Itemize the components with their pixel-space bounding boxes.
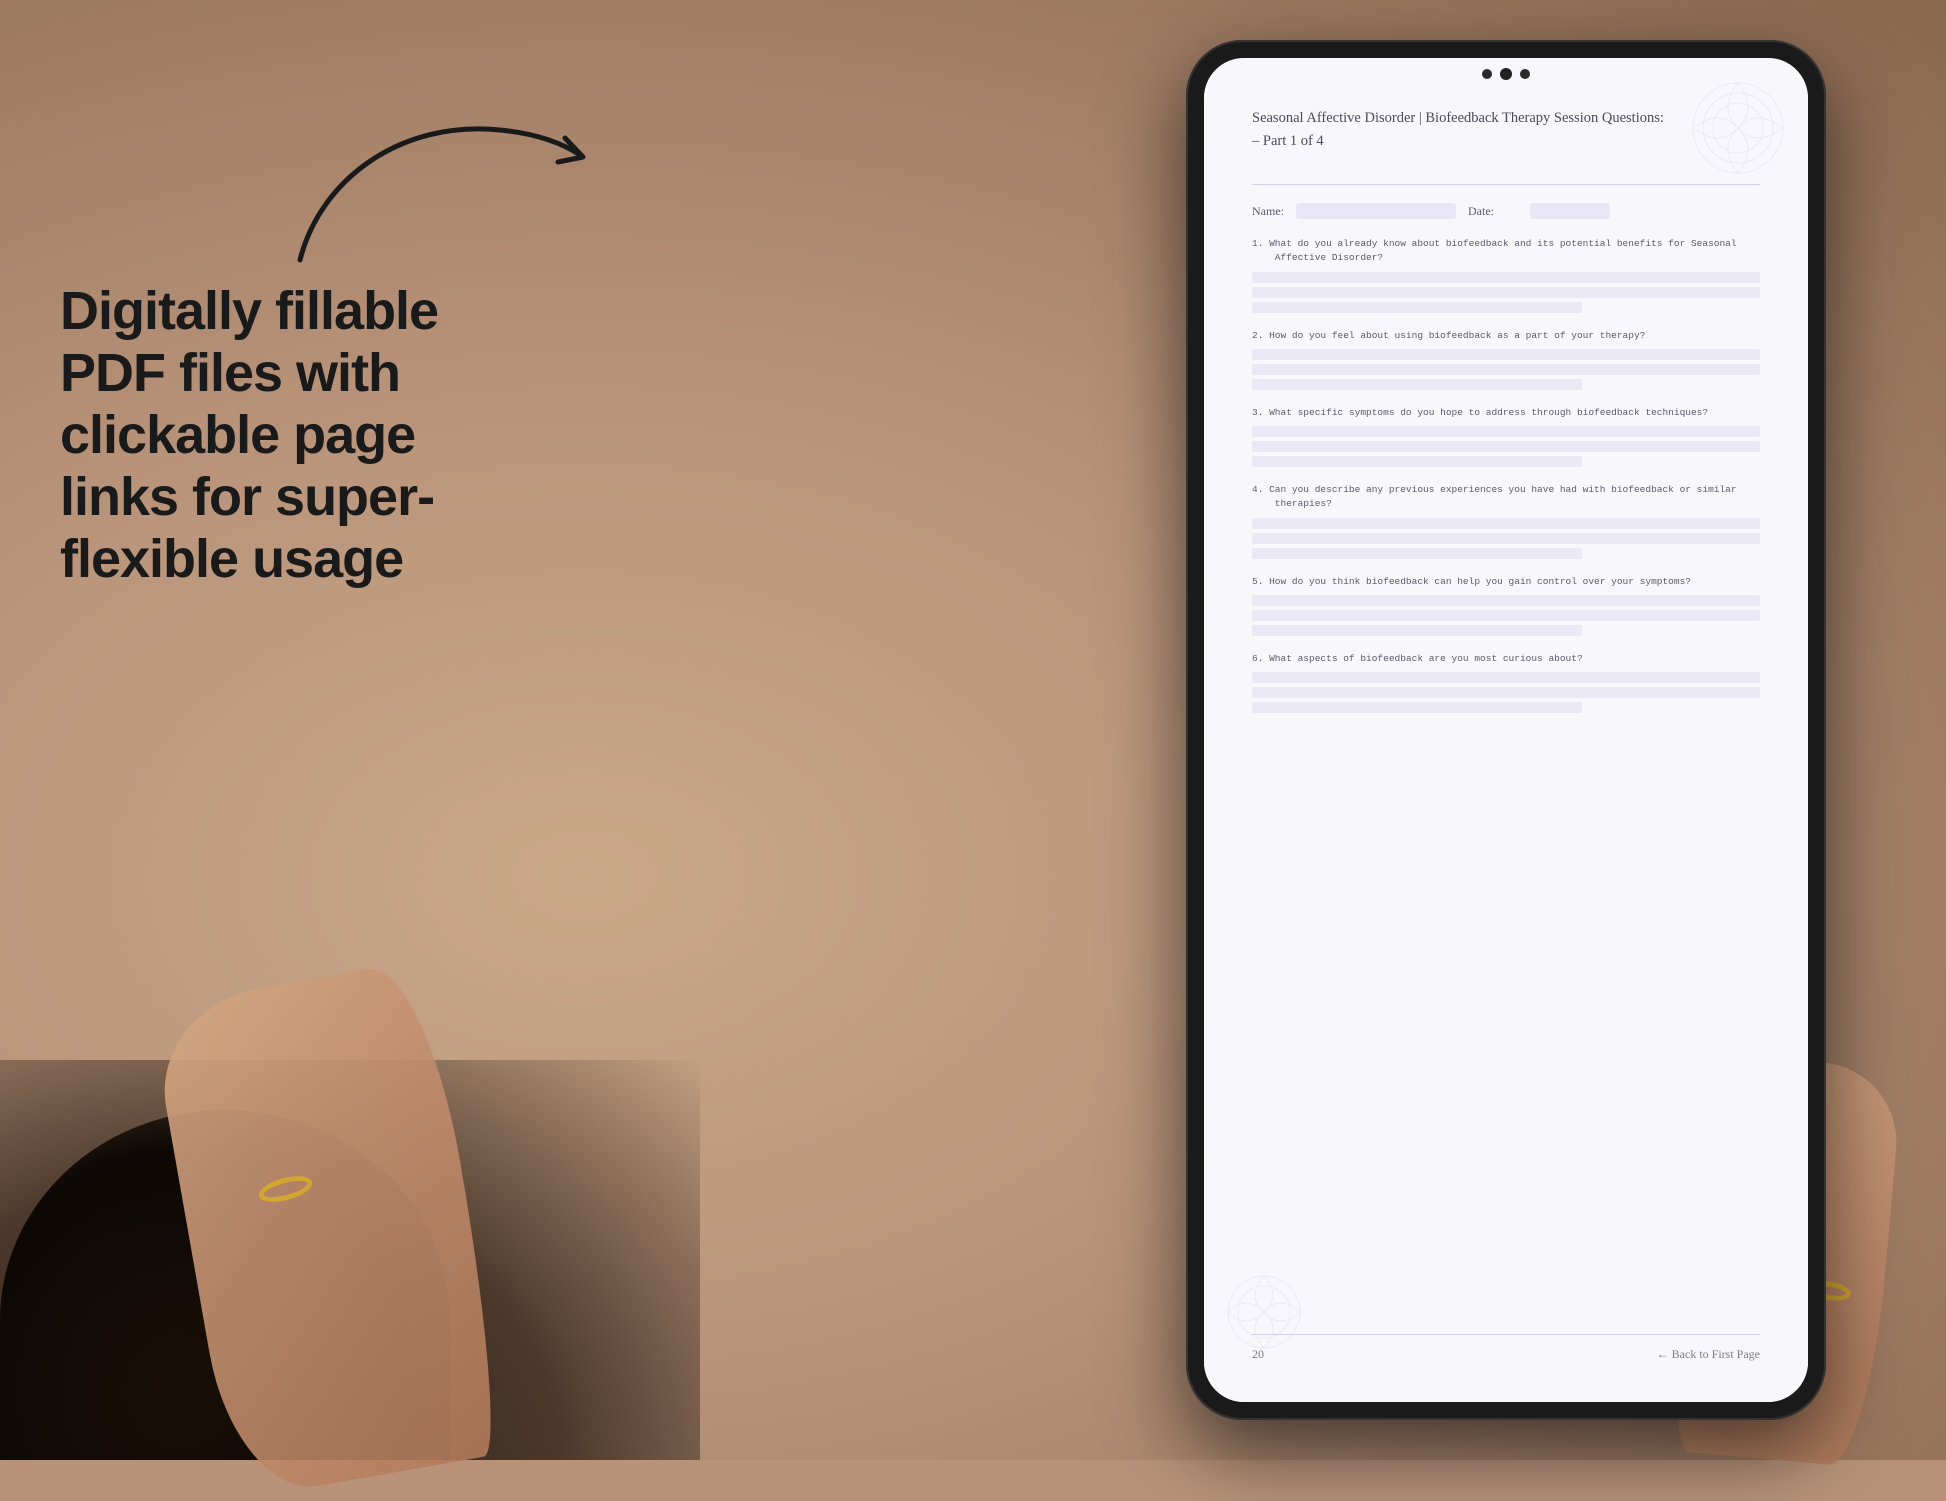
camera-dot-center: [1500, 68, 1512, 80]
answer-line[interactable]: [1252, 426, 1760, 437]
answer-line[interactable]: [1252, 518, 1760, 529]
question-6-text: 6. What aspects of biofeedback are you m…: [1252, 652, 1760, 666]
back-to-first-page-link[interactable]: ← Back to First Page: [1657, 1347, 1760, 1362]
question-6-answers: [1252, 672, 1760, 713]
watermark-bottom: [1224, 1272, 1304, 1352]
arrow-decoration: [280, 100, 600, 280]
question-5-text: 5. How do you think biofeedback can help…: [1252, 575, 1760, 589]
question-5: 5. How do you think biofeedback can help…: [1252, 575, 1760, 636]
title-divider: [1252, 184, 1760, 185]
question-3-answers: [1252, 426, 1760, 467]
name-label: Name:: [1252, 204, 1284, 219]
question-2-answers: [1252, 349, 1760, 390]
answer-line[interactable]: [1252, 595, 1760, 606]
pdf-title-line2: – Part 1 of 4: [1252, 131, 1760, 152]
question-2: 2. How do you feel about using biofeedba…: [1252, 329, 1760, 390]
camera-dot-right: [1520, 69, 1530, 79]
questions-list: 1. What do you already know about biofee…: [1252, 237, 1760, 1334]
answer-line[interactable]: [1252, 533, 1760, 544]
answer-line[interactable]: [1252, 687, 1760, 698]
answer-line[interactable]: [1252, 702, 1582, 713]
question-1-text: 1. What do you already know about biofee…: [1252, 237, 1760, 266]
answer-line[interactable]: [1252, 379, 1582, 390]
question-4-answers: [1252, 518, 1760, 559]
pdf-page: Seasonal Affective Disorder | Biofeedbac…: [1204, 58, 1808, 1402]
answer-line[interactable]: [1252, 272, 1760, 283]
answer-line[interactable]: [1252, 349, 1760, 360]
left-promo-text: Digitally fillable PDF files with clicka…: [60, 280, 540, 590]
tablet-screen: Seasonal Affective Disorder | Biofeedbac…: [1204, 58, 1808, 1402]
question-4: 4. Can you describe any previous experie…: [1252, 483, 1760, 559]
pdf-footer: 20 ← Back to First Page: [1252, 1334, 1760, 1362]
answer-line[interactable]: [1252, 287, 1760, 298]
answer-line[interactable]: [1252, 456, 1582, 467]
answer-line[interactable]: [1252, 302, 1582, 313]
pdf-title: Seasonal Affective Disorder | Biofeedbac…: [1252, 108, 1760, 152]
answer-line[interactable]: [1252, 610, 1760, 621]
question-2-text: 2. How do you feel about using biofeedba…: [1252, 329, 1760, 343]
question-5-answers: [1252, 595, 1760, 636]
tablet-device: Seasonal Affective Disorder | Biofeedbac…: [1186, 40, 1826, 1420]
answer-line[interactable]: [1252, 441, 1760, 452]
answer-line[interactable]: [1252, 672, 1760, 683]
date-label: Date:: [1468, 204, 1494, 219]
tablet-camera: [1482, 68, 1530, 80]
question-1: 1. What do you already know about biofee…: [1252, 237, 1760, 313]
question-6: 6. What aspects of biofeedback are you m…: [1252, 652, 1760, 713]
answer-line[interactable]: [1252, 364, 1760, 375]
question-4-text: 4. Can you describe any previous experie…: [1252, 483, 1760, 512]
pdf-title-line1: Seasonal Affective Disorder | Biofeedbac…: [1252, 110, 1664, 126]
question-1-answers: [1252, 272, 1760, 313]
promo-heading: Digitally fillable PDF files with clicka…: [60, 280, 540, 590]
question-3-text: 3. What specific symptoms do you hope to…: [1252, 406, 1760, 420]
watermark-top: [1688, 78, 1788, 178]
answer-line[interactable]: [1252, 548, 1582, 559]
answer-line[interactable]: [1252, 625, 1582, 636]
date-input-field[interactable]: [1530, 203, 1610, 219]
name-date-row: Name: Date:: [1252, 203, 1760, 219]
question-3: 3. What specific symptoms do you hope to…: [1252, 406, 1760, 467]
name-input-field[interactable]: [1296, 203, 1456, 219]
tablet-frame: Seasonal Affective Disorder | Biofeedbac…: [1186, 40, 1826, 1420]
camera-dot-left: [1482, 69, 1492, 79]
